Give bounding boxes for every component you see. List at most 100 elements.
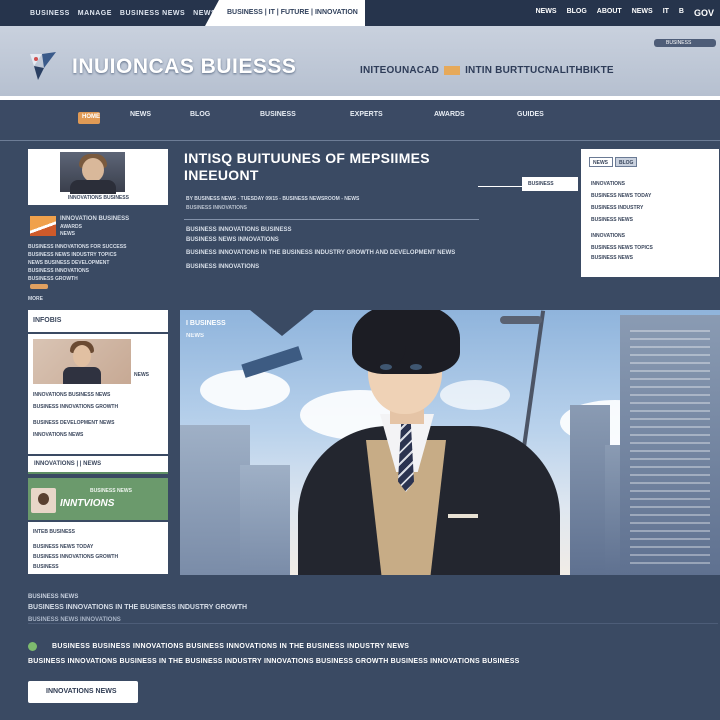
left-section-title[interactable]: INFOBIS [28,310,168,332]
status-dot-icon [28,642,37,651]
sidebar-tab-1[interactable]: NEWS [589,157,613,167]
sidebar-tab-1-label: NEWS [593,160,608,166]
nav-home-label: HOME [82,114,100,120]
nav-item-6[interactable]: GUIDES [517,111,544,118]
nav-item-3[interactable]: BUSINESS [260,111,296,118]
green-section-label: INNOVATIONS | | NEWS [34,461,102,467]
callout-connector [478,186,522,187]
article-callout[interactable]: BUSINESS [522,177,578,191]
bottom-card-line-4: BUSINESS [33,564,59,570]
story-tag: NEWS [132,371,156,378]
left-bottom-card[interactable]: INTEB BUSINESS BUSINESS NEWS TODAY BUSIN… [28,522,168,574]
top-right-link-5[interactable]: IT [663,8,669,18]
callout-label: BUSINESS [528,181,554,187]
profile-avatar [60,152,125,194]
hero-image[interactable] [180,310,720,575]
green-section-bar[interactable]: INNOVATIONS | | NEWS [28,456,168,474]
nav-item-4[interactable]: EXPERTS [350,111,383,118]
article-meta: BY BUSINESS NEWS - TUESDAY 09/15 - BUSIN… [186,196,360,202]
header-tagline: INITEOUNACAD INTIN BURTTUCNALITHBIKTE [360,65,614,76]
nav-item-2[interactable]: BLOG [190,111,210,118]
header-pill-label: BUSINESS [666,40,692,46]
brand-name[interactable]: INUIONCAS BUIESSS [72,55,296,79]
nav-divider [0,140,720,141]
green-feature-card[interactable]: BUSINESS NEWS INNTVIONS [28,478,168,520]
sidebar-item-4[interactable]: BUSINESS NEWS [591,217,633,223]
teaser-sub: AWARDS [60,224,82,230]
article-p2: BUSINESS NEWS INNOVATIONS [186,237,279,243]
top-right-link-3[interactable]: ABOUT [597,8,622,18]
headline-line-2: INEEUONT [184,167,259,183]
hero-label: I BUSINESS [186,320,226,327]
story-line-1: INNOVATIONS BUSINESS NEWS [33,392,111,398]
tagline-part-b: INTIN BURTTUCNALITHBIKTE [465,65,614,76]
top-right-link-6[interactable]: B [679,8,684,18]
top-slant-text[interactable]: BUSINESS | IT | FUTURE | INNOVATION [227,9,358,16]
top-right-link-7[interactable]: GOV [694,8,714,18]
sidebar-item-7[interactable]: BUSINESS NEWS [591,255,633,261]
header-pill[interactable]: BUSINESS [654,39,716,47]
sidebar-tab-2-label: BLOG [619,160,634,166]
story-line-3: BUSINESS DEVELOPMENT NEWS [33,420,115,426]
left-more-tag[interactable] [30,284,48,289]
bottom-row-1: BUSINESS BUSINESS INNOVATIONS BUSINESS I… [52,643,410,650]
top-slant-panel: BUSINESS | IT | FUTURE | INNOVATION [205,0,365,26]
top-right-link-4[interactable]: NEWS [632,8,653,18]
bottom-card-line-3: BUSINESS INNOVATIONS GROWTH [33,554,119,560]
top-right-link-2[interactable]: BLOG [567,8,587,18]
left-more-label[interactable]: MORE [28,296,43,302]
green-card-thumb [31,488,56,513]
left-line-2[interactable]: BUSINESS NEWS INDUSTRY TOPICS [28,252,117,258]
article-headline[interactable]: INTISQ BUITUUNES OF MEPSIIMES INEEUONT [184,150,484,184]
nav-item-1[interactable]: NEWS [130,111,151,118]
cta-label: INNOVATIONS NEWS [46,688,117,695]
story-line-4: INNOVATIONS NEWS [33,432,84,438]
left-line-1[interactable]: BUSINESS INNOVATIONS FOR SUCCESS [28,244,126,250]
article-divider [184,219,479,220]
main-nav: NEWS BLOG BUSINESS EXPERTS AWARDS GUIDES [0,100,720,130]
left-profile-card[interactable]: INNOVATIONS BUSINESS [28,149,168,205]
cta-button[interactable]: INNOVATIONS NEWS [28,681,138,703]
headline-line-1: INTISQ BUITUUNES OF MEPSIIMES [184,150,430,166]
bottom-divider [28,623,718,624]
left-section-label: INFOBIS [33,317,62,324]
top-link-2[interactable]: MANAGE [78,10,112,17]
bottom-kicker: BUSINESS NEWS [28,594,79,600]
bottom-card-line-1: INTEB BUSINESS [33,529,75,535]
top-right-links: NEWS BLOG ABOUT NEWS IT B GOV [536,8,714,18]
sidebar-item-3[interactable]: BUSINESS INDUSTRY [591,205,643,211]
top-link-3[interactable]: BUSINESS NEWS [120,10,185,17]
logo-icon[interactable] [28,50,58,82]
hero-sublabel: NEWS [186,333,204,339]
sidebar-item-6[interactable]: BUSINESS NEWS TOPICS [591,245,653,251]
article-meta-2: BUSINESS INNOVATIONS [186,205,247,211]
sidebar-tab-2[interactable]: BLOG [615,157,637,167]
nav-home-button[interactable]: HOME [78,112,100,124]
story-line-2: BUSINESS INNOVATIONS GROWTH [33,404,119,410]
bottom-line-1: BUSINESS INNOVATIONS IN THE BUSINESS IND… [28,604,248,611]
story-image [33,339,131,384]
article-p4: BUSINESS INNOVATIONS [186,264,260,270]
teaser-title[interactable]: INNOVATION BUSINESS [60,216,129,222]
bottom-row-2: BUSINESS INNOVATIONS BUSINESS IN THE BUS… [28,658,520,665]
top-bar: BUSINESS MANAGE BUSINESS NEWS NEWSROOM B… [0,0,720,26]
hero-notch [250,310,314,336]
sidebar-item-1[interactable]: INNOVATIONS [591,181,625,187]
top-right-link-1[interactable]: NEWS [536,8,557,18]
green-card-top: BUSINESS NEWS [90,488,132,494]
left-line-4[interactable]: BUSINESS INNOVATIONS [28,268,89,274]
hero-character [180,310,720,575]
teaser-sub2: NEWS [60,231,75,237]
left-line-5[interactable]: BUSINESS GROWTH [28,276,78,282]
article-p1: BUSINESS INNOVATIONS BUSINESS [186,227,292,233]
right-sidebar-card: NEWS BLOG INNOVATIONS BUSINESS NEWS TODA… [581,149,719,277]
profile-caption: INNOVATIONS BUSINESS [68,195,129,201]
left-story-card[interactable]: NEWS INNOVATIONS BUSINESS NEWS BUSINESS … [28,334,168,454]
sidebar-item-5[interactable]: INNOVATIONS [591,233,625,239]
sidebar-item-2[interactable]: BUSINESS NEWS TODAY [591,193,651,199]
nav-item-5[interactable]: AWARDS [434,111,465,118]
top-link-1[interactable]: BUSINESS [30,10,70,17]
story-tag-label: NEWS [134,372,149,378]
teaser-thumbnail[interactable] [30,216,56,236]
left-line-3[interactable]: NEWS BUSINESS DEVELOPMENT [28,260,109,266]
